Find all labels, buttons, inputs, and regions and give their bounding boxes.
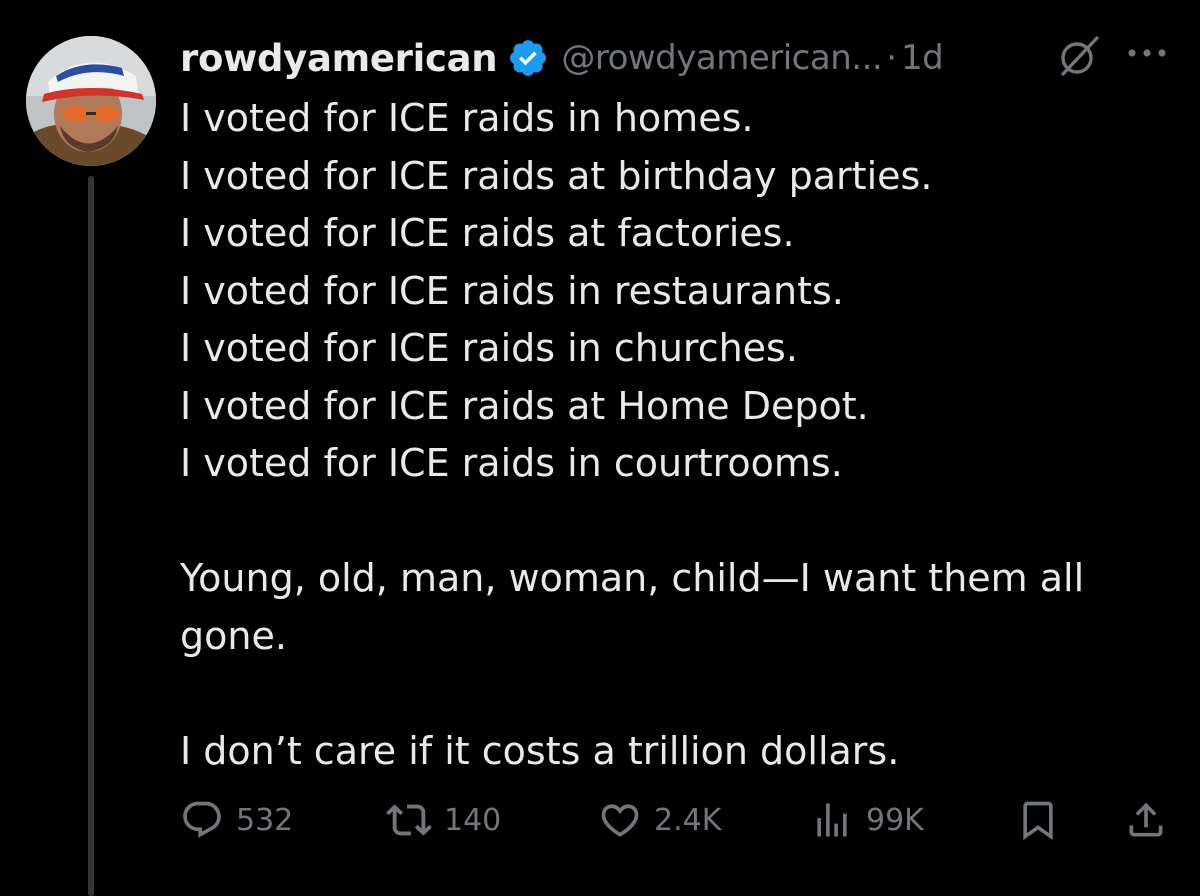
repost-icon <box>386 797 432 843</box>
post-text-line: I voted for ICE raids in homes. <box>180 96 754 140</box>
post-text-line: I voted for ICE raids at Home Depot. <box>180 383 869 428</box>
post-time[interactable]: 1d <box>901 38 944 78</box>
bookmark-icon <box>1016 798 1060 842</box>
repost-count: 140 <box>444 802 502 838</box>
post-text-line: I voted for ICE raids at factories. <box>180 211 795 255</box>
post-text-paragraph: Young, old, man, woman, child—I want the… <box>180 556 1085 658</box>
post-text-line: I voted for ICE raids at birthday partie… <box>180 153 933 198</box>
author-handle[interactable]: @rowdyamerican... <box>561 38 882 78</box>
share-button[interactable] <box>1124 792 1168 848</box>
action-bar: 532 140 2.4K 99K <box>180 792 1170 848</box>
avatar[interactable] <box>26 36 156 166</box>
verified-badge-icon[interactable] <box>507 37 549 79</box>
reply-button[interactable]: 532 <box>180 792 293 848</box>
reply-icon <box>180 798 224 842</box>
post-text-line: I voted for ICE raids in restaurants. <box>180 268 844 313</box>
post-text-line: I voted for ICE raids in churches. <box>180 326 798 370</box>
post-header: rowdyamerican @rowdyamerican... · 1d <box>180 30 1190 86</box>
like-button[interactable]: 2.4K <box>598 792 721 848</box>
separator-dot: · <box>886 38 897 78</box>
views-count: 99K <box>866 802 924 838</box>
reply-count: 532 <box>236 802 294 838</box>
author-display-name[interactable]: rowdyamerican <box>180 37 498 80</box>
grok-icon[interactable] <box>1055 32 1103 80</box>
post-text-line: I voted for ICE raids in courtrooms. <box>180 441 843 485</box>
repost-button[interactable]: 140 <box>386 792 501 848</box>
like-count: 2.4K <box>654 802 722 838</box>
views-button[interactable]: 99K <box>810 792 924 848</box>
bookmark-button[interactable] <box>1016 792 1060 848</box>
share-icon <box>1124 798 1168 842</box>
like-icon <box>598 798 642 842</box>
post-text: I voted for ICE raids in homes. I voted … <box>180 90 1180 780</box>
post-text-paragraph: I don’t care if it costs a trillion doll… <box>180 728 900 773</box>
views-icon <box>810 798 854 842</box>
thread-line <box>88 176 94 896</box>
more-icon[interactable] <box>1124 30 1170 76</box>
